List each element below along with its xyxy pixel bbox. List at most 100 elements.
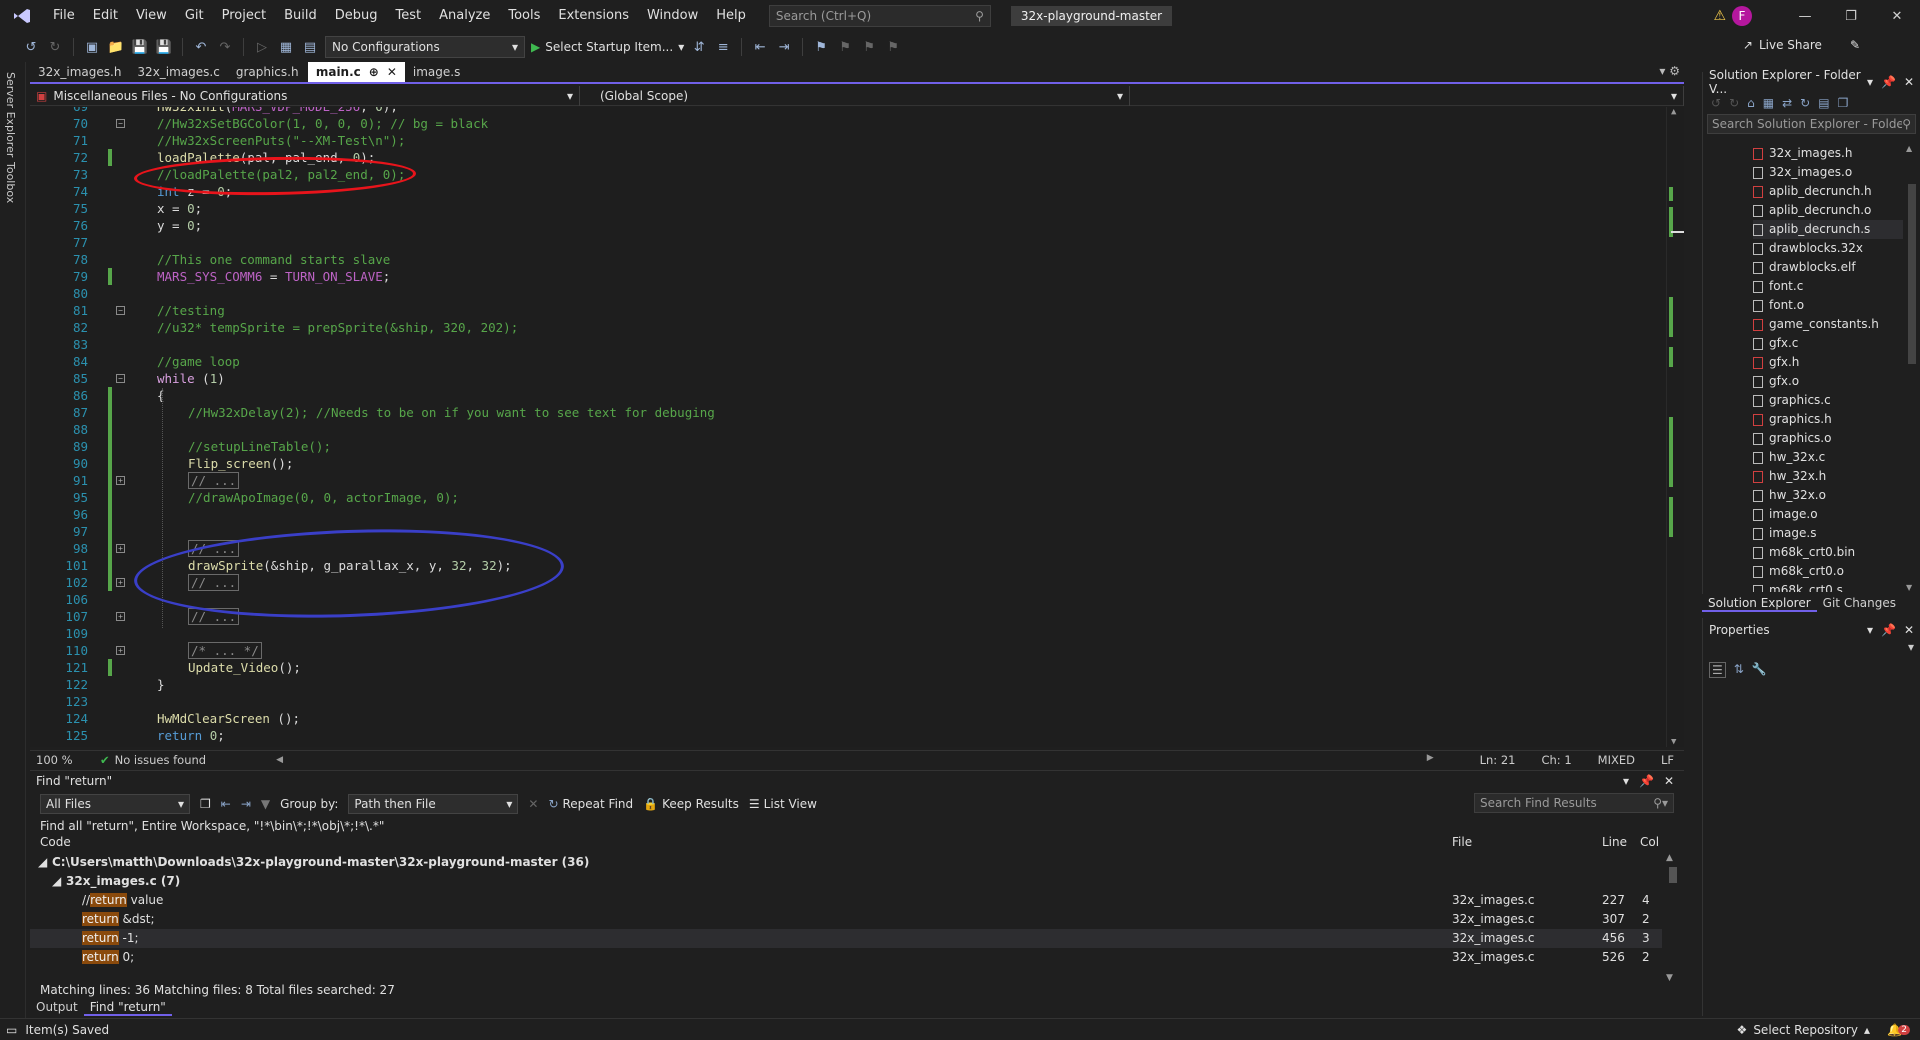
- fold-toggle-icon[interactable]: +: [116, 578, 125, 587]
- result-group-row[interactable]: ◢ 32x_images.c (7): [30, 872, 1662, 891]
- file-item[interactable]: m68k_crt0.bin: [1753, 543, 1855, 562]
- menu-test[interactable]: Test: [387, 0, 431, 32]
- file-item[interactable]: image.s: [1753, 524, 1816, 543]
- member-select[interactable]: ▾: [1130, 86, 1684, 106]
- code-line[interactable]: //testing: [157, 302, 225, 319]
- menu-git[interactable]: Git: [176, 0, 213, 32]
- column-line[interactable]: Line: [1602, 835, 1627, 849]
- search-input[interactable]: Search (Ctrl+Q) ⚲: [768, 5, 991, 27]
- forward-icon[interactable]: ↻: [1729, 96, 1739, 110]
- filter-icon[interactable]: ▼: [261, 797, 270, 811]
- refresh-icon[interactable]: ↻: [1800, 96, 1810, 110]
- server-explorer-tab[interactable]: Server Explorer: [4, 72, 17, 157]
- step-icon[interactable]: ⇵: [690, 38, 708, 56]
- file-item[interactable]: aplib_decrunch.o: [1753, 201, 1871, 220]
- close-button[interactable]: ✕: [1874, 9, 1920, 24]
- scroll-up-icon[interactable]: ▲: [1671, 107, 1676, 117]
- file-item[interactable]: game_constants.h: [1753, 315, 1879, 334]
- list-view-button[interactable]: ☰ List View: [749, 797, 817, 811]
- file-item[interactable]: hw_32x.h: [1753, 467, 1826, 486]
- fold-toggle-icon[interactable]: −: [116, 374, 125, 383]
- code-line[interactable]: //Hw32xDelay(2); //Needs to be on if you…: [188, 404, 715, 421]
- fold-toggle-icon[interactable]: +: [116, 476, 125, 485]
- column-code[interactable]: Code: [40, 835, 71, 849]
- menu-view[interactable]: View: [127, 0, 176, 32]
- notification-center-icon[interactable]: ▭: [6, 1023, 17, 1037]
- file-item[interactable]: graphics.c: [1753, 391, 1831, 410]
- alphabetical-icon[interactable]: ⇅: [1734, 662, 1744, 678]
- zoom-level[interactable]: 100 %: [30, 753, 100, 767]
- categorized-icon[interactable]: ☰: [1709, 662, 1726, 678]
- prev-bookmark-icon[interactable]: ⚑: [836, 38, 854, 56]
- menu-analyze[interactable]: Analyze: [430, 0, 499, 32]
- code-line[interactable]: MARS_SYS_COMM6 = TURN_ON_SLAVE;: [157, 268, 390, 285]
- code-line[interactable]: HwMdClearScreen ();: [157, 710, 300, 727]
- back-icon[interactable]: ↺: [1711, 96, 1721, 110]
- fold-toggle-icon[interactable]: +: [116, 612, 125, 621]
- format-icon[interactable]: ≡: [714, 38, 732, 56]
- pin-icon[interactable]: 📌: [1639, 774, 1654, 788]
- restore-button[interactable]: ❐: [1828, 9, 1874, 24]
- expand-icon[interactable]: ◢: [52, 872, 61, 891]
- open-folder-icon[interactable]: 📁: [107, 38, 125, 56]
- code-line[interactable]: //Hw32xSetBGColor(1, 0, 0, 0); // bg = b…: [157, 115, 488, 132]
- redo-icon[interactable]: ↷: [216, 38, 234, 56]
- file-item[interactable]: 32x_images.h: [1753, 144, 1852, 163]
- solution-file-list[interactable]: 32x_images.h 32x_images.o aplib_decrunch.h…: [1703, 144, 1903, 592]
- code-line[interactable]: x = 0;: [157, 200, 202, 217]
- scroll-thumb[interactable]: [1908, 184, 1916, 364]
- scroll-left-icon[interactable]: ◀: [276, 755, 283, 765]
- repeat-find-button[interactable]: ↻ Repeat Find: [548, 797, 633, 811]
- select-repository-button[interactable]: ❖ Select Repository ▴: [1737, 1023, 1870, 1037]
- line-endings[interactable]: LF: [1661, 753, 1674, 767]
- scroll-up-icon[interactable]: ▲: [1666, 853, 1673, 863]
- fold-toggle-icon[interactable]: +: [116, 646, 125, 655]
- file-item[interactable]: graphics.o: [1753, 429, 1831, 448]
- fold-toggle-icon[interactable]: −: [116, 306, 125, 315]
- file-item[interactable]: aplib_decrunch.s: [1753, 220, 1903, 239]
- menu-debug[interactable]: Debug: [326, 0, 387, 32]
- find-results-list[interactable]: ◢ C:\Users\matth\Downloads\32x-playgroun…: [30, 853, 1684, 983]
- switch-view-icon[interactable]: ▦: [1763, 96, 1774, 110]
- result-row[interactable]: return -1; 32x_images.c 456 3: [30, 929, 1662, 948]
- menu-build[interactable]: Build: [275, 0, 326, 32]
- scope-select[interactable]: (Global Scope) ▾: [580, 86, 1130, 106]
- toolbox-tab[interactable]: Toolbox: [4, 162, 17, 203]
- tab-32x-images-c[interactable]: 32x_images.c: [129, 62, 227, 82]
- pin-icon[interactable]: ⊕: [369, 62, 379, 82]
- code-line[interactable]: {: [157, 387, 165, 404]
- home-icon[interactable]: ⌂: [1747, 96, 1755, 110]
- column-file[interactable]: File: [1452, 835, 1472, 849]
- file-item[interactable]: m68k_crt0.o: [1753, 562, 1844, 581]
- clear-bookmarks-icon[interactable]: ⚑: [884, 38, 902, 56]
- menu-tools[interactable]: Tools: [499, 0, 549, 32]
- pin-icon[interactable]: 📌: [1881, 75, 1896, 89]
- file-item[interactable]: font.c: [1753, 277, 1803, 296]
- chevron-down-icon[interactable]: ▾: [1623, 774, 1629, 788]
- tab-output[interactable]: Output: [30, 998, 84, 1016]
- indent-icon[interactable]: ⇤: [751, 38, 769, 56]
- code-line[interactable]: //drawApoImage(0, 0, actorImage, 0);: [188, 489, 459, 506]
- tab-solution-explorer[interactable]: Solution Explorer: [1702, 594, 1817, 612]
- avatar[interactable]: F: [1732, 6, 1752, 26]
- encoding-mode[interactable]: MIXED: [1598, 753, 1635, 767]
- menu-help[interactable]: Help: [707, 0, 755, 32]
- file-item[interactable]: image.o: [1753, 505, 1818, 524]
- file-item[interactable]: drawblocks.32x: [1753, 239, 1863, 258]
- menu-extensions[interactable]: Extensions: [549, 0, 638, 32]
- chevron-down-icon[interactable]: ▾: [1867, 623, 1873, 637]
- result-root-row[interactable]: ◢ C:\Users\matth\Downloads\32x-playgroun…: [30, 853, 1662, 872]
- file-item[interactable]: aplib_decrunch.h: [1753, 182, 1872, 201]
- save-all-icon[interactable]: 💾: [155, 38, 173, 56]
- live-share-button[interactable]: ↗ Live Share ✎: [1743, 38, 1860, 52]
- line-number[interactable]: Ln: 21: [1480, 753, 1516, 767]
- save-icon[interactable]: 💾: [131, 38, 149, 56]
- file-item[interactable]: hw_32x.c: [1753, 448, 1825, 467]
- window-icon[interactable]: ▤: [301, 38, 319, 56]
- issues-status[interactable]: No issues found: [115, 753, 206, 767]
- file-item[interactable]: drawblocks.elf: [1753, 258, 1856, 277]
- find-results-search-input[interactable]: Search Find Results ⚲▾: [1474, 793, 1674, 813]
- fold-toggle-icon[interactable]: +: [116, 544, 125, 553]
- prev-result-icon[interactable]: ⇤: [221, 797, 231, 811]
- feedback-icon[interactable]: ✎: [1850, 38, 1860, 52]
